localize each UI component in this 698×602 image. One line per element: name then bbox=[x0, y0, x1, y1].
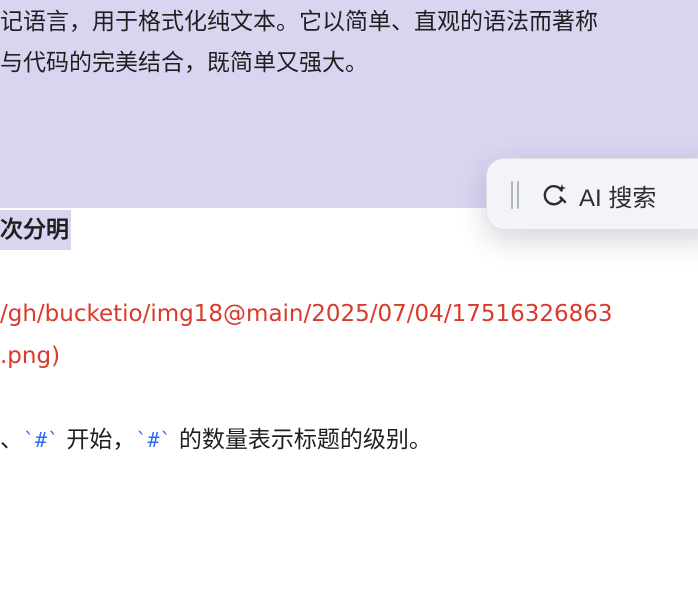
paragraph-line: 、`#` 开始，`#` 的数量表示标题的级别。 bbox=[0, 423, 432, 457]
ai-search-button[interactable]: AI 搜索 bbox=[541, 175, 666, 215]
text-fragment: 的数量表示标题的级别。 bbox=[171, 427, 432, 453]
image-url-text: .png) bbox=[0, 343, 61, 369]
drag-handle-icon[interactable] bbox=[509, 181, 521, 209]
ai-sparkle-search-icon bbox=[543, 184, 567, 206]
inline-code: `#` bbox=[23, 428, 60, 452]
text-fragment: 、 bbox=[0, 427, 23, 453]
inline-code: `#` bbox=[135, 428, 172, 452]
heading-text: 次分明 bbox=[0, 210, 71, 250]
text-fragment: 开始， bbox=[59, 427, 136, 453]
image-url-text: /gh/bucketio/img18@main/2025/07/04/17516… bbox=[0, 301, 613, 327]
floating-selection-toolbar: AI 搜索 bbox=[486, 158, 698, 230]
ai-search-label: AI 搜索 bbox=[579, 184, 657, 212]
paragraph-line: 与代码的完美结合，既简单又强大。 bbox=[0, 50, 368, 76]
markdown-editor[interactable]: 记语言，用于格式化纯文本。它以简单、直观的语法而著称 与代码的完美结合，既简单又… bbox=[0, 0, 698, 602]
paragraph-line: 记语言，用于格式化纯文本。它以简单、直观的语法而著称 bbox=[0, 9, 598, 35]
